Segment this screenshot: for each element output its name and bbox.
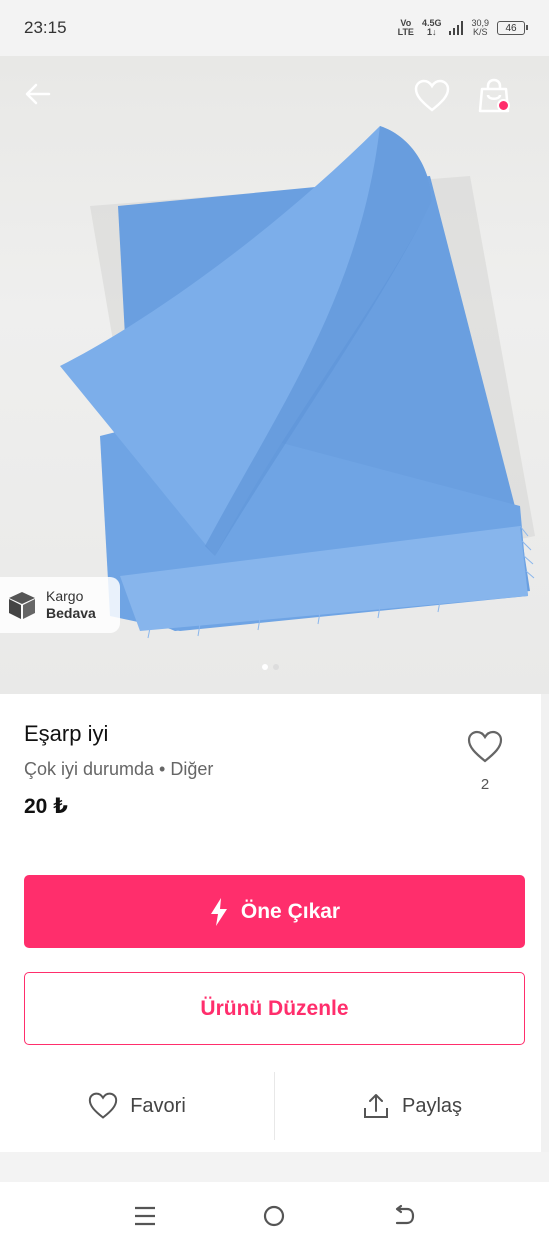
cart-notification-dot bbox=[497, 99, 510, 112]
status-indicators: Vo LTE 4.5G 1↓ 30,9 K/S 46 bbox=[397, 18, 528, 37]
home-button[interactable] bbox=[259, 1201, 289, 1231]
battery-icon: 46 bbox=[497, 21, 528, 35]
like-button[interactable] bbox=[464, 726, 506, 768]
heart-icon bbox=[414, 79, 450, 112]
lightning-icon bbox=[210, 897, 227, 926]
cart-button[interactable] bbox=[474, 76, 514, 116]
edit-product-button[interactable]: Ürünü Düzenle bbox=[24, 972, 525, 1045]
like-count: 2 bbox=[480, 776, 490, 793]
heart-icon bbox=[89, 1092, 118, 1119]
share-button[interactable]: Paylaş bbox=[275, 1072, 549, 1140]
menu-button[interactable] bbox=[130, 1201, 160, 1231]
product-info: Eşarp iyi Çok iyi durumda • Diğer 20 ₺ 2 bbox=[0, 694, 549, 854]
product-title: Eşarp iyi bbox=[24, 721, 109, 746]
free-shipping-badge: Kargo Bedava bbox=[0, 577, 120, 633]
share-icon bbox=[363, 1094, 388, 1118]
menu-icon bbox=[134, 1206, 155, 1226]
signal-icon bbox=[449, 21, 464, 35]
status-time: 23:15 bbox=[24, 18, 67, 37]
pagination-dot bbox=[273, 664, 279, 670]
product-image-gallery[interactable]: Kargo Bedava bbox=[0, 56, 549, 694]
system-nav-bar bbox=[0, 1182, 549, 1250]
heart-icon bbox=[467, 730, 503, 763]
favorite-button[interactable]: Favori bbox=[0, 1072, 274, 1140]
back-nav-icon bbox=[396, 1204, 415, 1225]
gallery-pagination bbox=[262, 664, 279, 670]
action-row: Favori Paylaş bbox=[0, 1072, 549, 1140]
product-price: 20 ₺ bbox=[24, 795, 68, 818]
section-separator bbox=[0, 1152, 549, 1182]
back-button[interactable] bbox=[20, 76, 56, 112]
status-bar: 23:15 Vo LTE 4.5G 1↓ 30,9 K/S 46 bbox=[0, 0, 549, 56]
promote-button[interactable]: Öne Çıkar bbox=[24, 875, 525, 948]
product-condition: Çok iyi durumda • Diğer bbox=[24, 759, 214, 779]
network-indicator: 4.5G 1↓ bbox=[421, 18, 442, 37]
pagination-dot bbox=[262, 664, 268, 670]
speed-indicator: 30,9 K/S bbox=[471, 18, 489, 37]
home-circle-icon bbox=[264, 1205, 285, 1227]
back-arrow-icon bbox=[25, 83, 51, 105]
system-back-button[interactable] bbox=[389, 1201, 419, 1231]
favorite-top-button[interactable] bbox=[412, 76, 452, 116]
box-icon bbox=[9, 592, 35, 619]
carrier-indicator: Vo LTE bbox=[397, 18, 414, 37]
